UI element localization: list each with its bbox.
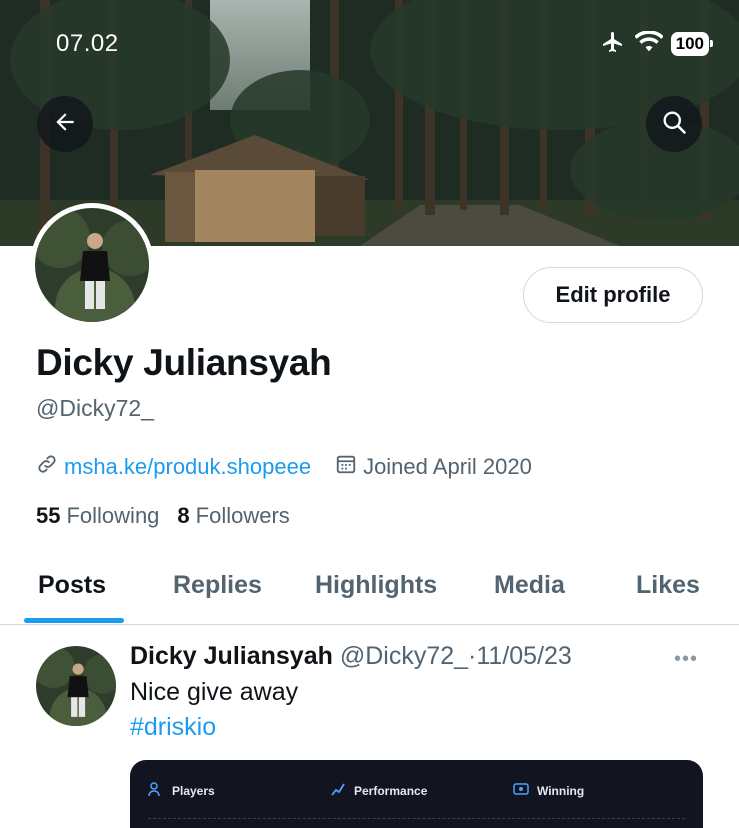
winning-icon <box>513 781 529 800</box>
media-column-label: Players <box>172 783 215 798</box>
tweet-date[interactable]: 11/05/23 <box>476 642 571 670</box>
status-icons: 100 <box>599 29 714 59</box>
profile-website-link[interactable]: msha.ke/produk.shopeee <box>64 454 311 480</box>
status-time: 07.02 <box>56 30 119 57</box>
tab-highlights[interactable]: Highlights <box>315 571 437 600</box>
players-icon <box>148 781 164 800</box>
search-button[interactable] <box>646 96 702 152</box>
media-column-label: Winning <box>537 783 585 798</box>
tweet-avatar[interactable] <box>36 646 116 726</box>
profile-tabs: Posts Replies Highlights Media Likes <box>0 556 739 625</box>
edit-profile-button[interactable]: Edit profile <box>523 267 703 323</box>
profile-meta: msha.ke/produk.shopeee Joined April 2020 <box>36 452 532 482</box>
media-column-performance: Performance <box>330 781 427 800</box>
more-icon[interactable]: ••• <box>674 648 698 671</box>
avatar-image <box>35 208 149 322</box>
link-icon <box>36 453 58 481</box>
back-button[interactable] <box>37 96 93 152</box>
media-column-winning: Winning <box>513 781 584 800</box>
search-icon <box>660 108 688 141</box>
wifi-icon <box>633 29 664 58</box>
tweet-text: Nice give away <box>130 678 299 706</box>
followers-count: 8 <box>177 503 190 528</box>
followers-label: Followers <box>195 503 290 528</box>
media-column-players: Players <box>148 781 215 800</box>
media-column-label: Performance <box>354 783 428 798</box>
active-tab-indicator <box>24 618 124 623</box>
tab-media[interactable]: Media <box>494 571 565 600</box>
following-count: 55 <box>36 503 61 528</box>
following-label: Following <box>66 503 160 528</box>
tab-replies[interactable]: Replies <box>173 571 262 600</box>
profile-handle: @Dicky72_ <box>36 395 154 421</box>
tweet-header: Dicky Juliansyah @Dicky72_·11/05/23 <box>130 642 572 671</box>
performance-icon <box>330 781 346 800</box>
followers-link[interactable]: 8 Followers <box>177 503 289 529</box>
back-arrow-icon <box>52 109 78 140</box>
profile-avatar[interactable] <box>30 203 154 327</box>
tweet-hashtag[interactable]: #driskio <box>130 713 216 742</box>
joined-date-label: Joined April 2020 <box>363 454 532 479</box>
tweet-media[interactable]: Players Performance Winning <box>130 760 703 828</box>
follow-stats: 55 Following 8 Followers <box>36 503 290 529</box>
profile-name: Dicky Juliansyah <box>36 342 332 383</box>
battery-icon: 100 <box>670 32 714 56</box>
media-divider <box>148 818 685 819</box>
airplane-icon <box>599 30 627 59</box>
calendar-icon <box>335 453 357 481</box>
tweet-author-handle[interactable]: @Dicky72_ <box>340 642 468 670</box>
tweet-author-name[interactable]: Dicky Juliansyah <box>130 642 333 670</box>
following-link[interactable]: 55 Following <box>36 503 159 529</box>
joined-date: Joined April 2020 <box>335 453 532 481</box>
tab-likes[interactable]: Likes <box>636 571 700 600</box>
tab-posts[interactable]: Posts <box>38 571 106 600</box>
